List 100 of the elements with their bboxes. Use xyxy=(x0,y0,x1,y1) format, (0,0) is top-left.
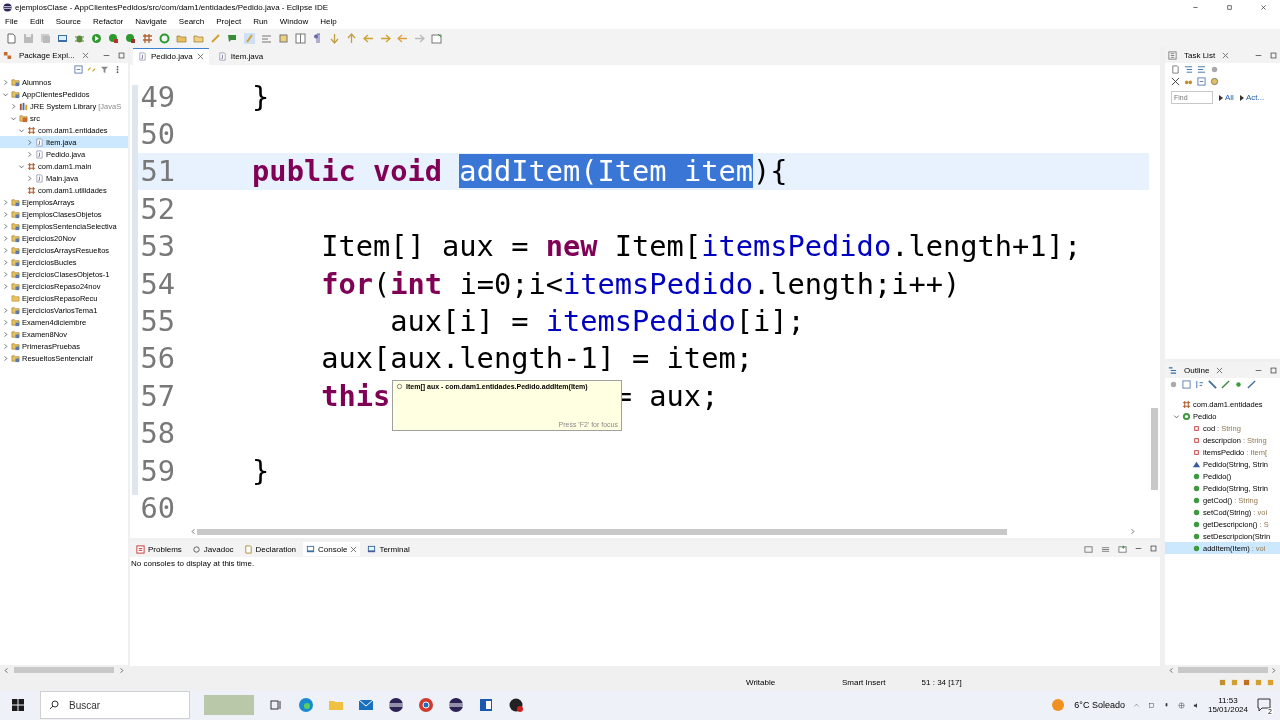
menu-item[interactable]: Window xyxy=(279,17,309,26)
columns-icon[interactable] xyxy=(295,32,306,44)
editor-tab[interactable]: Item.java xyxy=(212,48,269,64)
highlight-icon[interactable] xyxy=(244,32,255,44)
menu-item[interactable]: Search xyxy=(178,17,205,26)
coverage-icon[interactable] xyxy=(108,32,119,44)
menu-item[interactable]: Navigate xyxy=(135,17,167,26)
windows-logo-icon[interactable] xyxy=(10,697,26,713)
forward-arrow-icon[interactable] xyxy=(380,32,391,44)
close-icon[interactable] xyxy=(81,51,89,59)
categories-icon[interactable] xyxy=(1184,64,1193,74)
comment-icon[interactable] xyxy=(227,32,238,44)
chevron-icon[interactable] xyxy=(2,90,9,98)
task-view-icon[interactable] xyxy=(268,697,284,713)
hide-non-public-icon[interactable] xyxy=(1234,379,1243,389)
chevron-icon[interactable] xyxy=(26,138,33,146)
folder-icon[interactable] xyxy=(176,32,187,44)
editor-tab[interactable]: Pedido.java xyxy=(133,47,209,65)
chevron-icon[interactable] xyxy=(2,342,9,350)
chevron-icon[interactable] xyxy=(2,258,9,266)
browser-icon[interactable] xyxy=(418,697,434,713)
scissors-icon[interactable] xyxy=(1171,76,1180,86)
browser-icon[interactable] xyxy=(298,697,314,713)
scroll-right-icon[interactable] xyxy=(118,666,125,674)
panel-tab[interactable]: Problems xyxy=(133,542,185,556)
panel-tab[interactable]: Javadoc xyxy=(188,542,237,556)
hide-static-icon[interactable] xyxy=(1221,379,1230,389)
save-icon[interactable] xyxy=(23,32,34,44)
chevron-icon[interactable] xyxy=(2,306,9,314)
globe-icon[interactable] xyxy=(1177,701,1185,709)
new-console-icon[interactable] xyxy=(1118,544,1127,554)
scroll-right-icon[interactable] xyxy=(1129,528,1136,535)
list-icon[interactable] xyxy=(1101,544,1110,554)
scrollbar-thumb[interactable] xyxy=(1177,667,1268,673)
down-arrow-icon[interactable] xyxy=(329,32,340,44)
save-all-icon[interactable] xyxy=(40,32,51,44)
scroll-left-icon[interactable] xyxy=(3,666,10,674)
filter-link[interactable]: Act... xyxy=(1239,93,1265,102)
chevron-icon[interactable] xyxy=(26,150,33,158)
chevron-icon[interactable] xyxy=(2,198,9,206)
back-arrow-icon[interactable] xyxy=(397,32,408,44)
chevron-icon[interactable] xyxy=(2,330,9,338)
scroll-left-icon[interactable] xyxy=(190,528,197,535)
chevron-icon[interactable] xyxy=(2,270,9,278)
scroll-right-icon[interactable] xyxy=(1270,666,1277,674)
chevron-icon[interactable] xyxy=(2,234,9,242)
app-icon[interactable] xyxy=(508,697,524,713)
pencil-icon[interactable] xyxy=(210,32,221,44)
maximize-icon[interactable] xyxy=(118,51,125,59)
refresh-icon[interactable] xyxy=(159,32,170,44)
back-arrow-icon[interactable] xyxy=(363,32,374,44)
perspective-icon[interactable] xyxy=(431,32,442,44)
panel-tab[interactable]: Console xyxy=(303,542,361,556)
chevron-icon[interactable] xyxy=(2,78,9,86)
eclipse-icon[interactable] xyxy=(448,697,464,713)
close-icon[interactable] xyxy=(1216,366,1224,374)
network-icon[interactable] xyxy=(1147,701,1155,709)
menu-item[interactable]: Run xyxy=(253,17,268,26)
chevron-icon[interactable] xyxy=(26,174,33,182)
maximize-icon[interactable] xyxy=(1270,366,1277,374)
panel-tab[interactable]: Terminal xyxy=(364,542,413,556)
run-icon[interactable] xyxy=(91,32,102,44)
eclipse-icon[interactable] xyxy=(388,697,404,713)
chevron-icon[interactable] xyxy=(2,210,9,218)
menu-item[interactable]: Edit xyxy=(29,17,44,26)
new-file-icon[interactable] xyxy=(6,32,17,44)
open-folder-icon[interactable] xyxy=(193,32,204,44)
chevron-icon[interactable] xyxy=(10,114,17,122)
format-icon[interactable] xyxy=(261,32,272,44)
scroll-left-icon[interactable] xyxy=(1168,666,1175,674)
external-tools-icon[interactable] xyxy=(125,32,136,44)
chevron-icon[interactable] xyxy=(10,102,17,110)
menu-item[interactable]: Project xyxy=(216,17,242,26)
menu-item[interactable]: Help xyxy=(320,17,337,26)
sort-icon[interactable] xyxy=(1195,379,1204,389)
chevron-up-icon[interactable] xyxy=(1132,701,1140,709)
chevron-icon[interactable] xyxy=(1173,412,1180,420)
speaker-icon[interactable] xyxy=(1192,701,1200,709)
package-icon[interactable] xyxy=(142,32,153,44)
chevron-icon[interactable] xyxy=(2,354,9,362)
scrollbar-thumb[interactable] xyxy=(197,528,1007,535)
schedule-icon[interactable] xyxy=(1197,64,1206,74)
focus-icon[interactable] xyxy=(1210,64,1219,74)
chevron-icon[interactable] xyxy=(2,282,9,290)
close-icon[interactable] xyxy=(350,545,358,553)
paragraph-icon[interactable] xyxy=(312,32,323,44)
terminal-icon[interactable] xyxy=(57,32,68,44)
chevron-icon[interactable] xyxy=(2,246,9,254)
maximize-icon[interactable] xyxy=(1270,51,1277,59)
menu-item[interactable]: File xyxy=(5,17,18,26)
scrollbar-thumb[interactable] xyxy=(1151,408,1158,490)
collapse-icon[interactable] xyxy=(1182,379,1191,389)
forward-arrow-icon[interactable] xyxy=(414,32,425,44)
hide-local-types-icon[interactable] xyxy=(1247,379,1256,389)
focus-icon[interactable] xyxy=(1169,379,1178,389)
collapse-icon[interactable] xyxy=(1197,76,1206,86)
menu-item[interactable]: Source xyxy=(55,17,82,26)
mail-icon[interactable] xyxy=(358,697,374,713)
scrollbar-thumb[interactable] xyxy=(14,667,114,673)
chevron-icon[interactable] xyxy=(2,318,9,326)
